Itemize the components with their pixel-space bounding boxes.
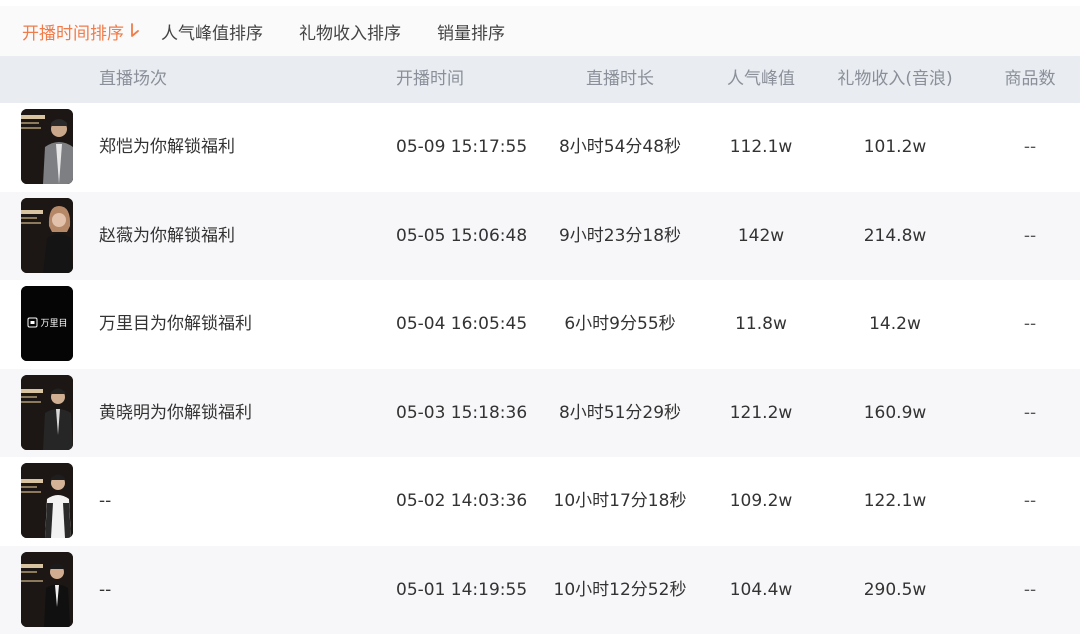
goods-count: -- <box>1023 225 1037 246</box>
peak-viewers: 121.2w <box>729 402 793 423</box>
gift-income: 14.2w <box>869 314 921 334</box>
column-header-peak: 人气峰值 <box>727 69 795 89</box>
peak-viewers: 142w <box>737 225 785 246</box>
table-row[interactable]: 黄晓明为你解锁福利 05-03 15:18:36 8小时51分29秒 121.2… <box>0 368 1080 457</box>
column-header-start-time: 开播时间 <box>396 69 464 89</box>
session-name[interactable]: 赵薇为你解锁福利 <box>99 192 235 280</box>
table-row[interactable]: -- 05-01 14:19:55 10小时12分52秒 104.4w 290.… <box>0 545 1080 634</box>
gift-income: 101.2w <box>863 137 927 157</box>
host-portrait-icon <box>21 197 73 273</box>
session-name[interactable]: -- <box>99 457 111 545</box>
gift-income: 214.8w <box>863 225 927 246</box>
column-header-gift-income: 礼物收入(音浪) <box>837 69 953 89</box>
duration: 10小时17分18秒 <box>553 491 687 511</box>
sort-descending-icon <box>131 23 139 37</box>
column-header-session: 直播场次 <box>99 69 167 89</box>
goods-count: -- <box>1023 491 1037 511</box>
duration: 9小时23分18秒 <box>558 225 682 246</box>
goods-count: -- <box>1023 579 1037 600</box>
table-row[interactable]: -- 05-02 14:03:36 10小时17分18秒 109.2w 122.… <box>0 457 1080 546</box>
start-time: 05-04 16:05:45 <box>396 314 528 334</box>
session-name[interactable]: -- <box>99 546 111 634</box>
sort-tab-peak[interactable]: 人气峰值排序 <box>161 19 263 44</box>
table-body: 郑恺为你解锁福利 05-09 15:17:55 8小时54分48秒 112.1w… <box>0 103 1080 634</box>
session-name[interactable]: 万里目为你解锁福利 <box>99 280 252 368</box>
gift-income: 122.1w <box>863 491 927 511</box>
goods-count: -- <box>1023 314 1037 334</box>
host-portrait-icon <box>21 551 73 627</box>
live-cover-thumbnail[interactable] <box>21 463 73 538</box>
sort-tab-start-time[interactable]: 开播时间排序 <box>22 19 141 44</box>
table-row[interactable]: 万里目 万里目为你解锁福利 05-04 16:05:45 6小时9分55秒 11… <box>0 280 1080 369</box>
gift-income: 160.9w <box>863 402 927 423</box>
sort-tab-gift[interactable]: 礼物收入排序 <box>299 19 401 44</box>
session-name[interactable]: 黄晓明为你解锁福利 <box>99 369 252 457</box>
start-time: 05-03 15:18:36 <box>396 402 528 423</box>
live-cover-thumbnail[interactable]: 万里目 <box>21 286 73 361</box>
goods-count: -- <box>1023 137 1037 157</box>
peak-viewers: 11.8w <box>735 314 787 334</box>
goods-count: -- <box>1023 402 1037 423</box>
sort-tab-label: 销量排序 <box>437 23 505 44</box>
peak-viewers: 112.1w <box>729 137 793 157</box>
start-time: 05-05 15:06:48 <box>396 225 528 246</box>
live-cover-thumbnail[interactable] <box>21 197 73 273</box>
start-time: 05-09 15:17:55 <box>396 137 528 157</box>
host-portrait-icon <box>21 374 73 450</box>
brand-logo-icon: 万里目 <box>21 286 73 361</box>
table-header: 直播场次 开播时间 直播时长 人气峰值 礼物收入(音浪) 商品数 <box>0 56 1080 103</box>
live-cover-thumbnail[interactable] <box>21 109 73 184</box>
sort-tab-label: 人气峰值排序 <box>161 23 263 44</box>
gift-income: 290.5w <box>863 579 927 600</box>
column-header-goods-count: 商品数 <box>1004 69 1056 89</box>
host-portrait-icon <box>21 109 73 184</box>
sort-tab-label: 礼物收入排序 <box>299 23 401 44</box>
column-header-duration: 直播时长 <box>586 69 654 89</box>
peak-viewers: 109.2w <box>729 491 793 511</box>
duration: 8小时54分48秒 <box>558 137 682 157</box>
host-portrait-icon <box>21 463 73 538</box>
sort-tab-sales[interactable]: 销量排序 <box>437 19 505 44</box>
table-row[interactable]: 郑恺为你解锁福利 05-09 15:17:55 8小时54分48秒 112.1w… <box>0 103 1080 192</box>
start-time: 05-01 14:19:55 <box>396 579 528 600</box>
session-name[interactable]: 郑恺为你解锁福利 <box>99 103 235 191</box>
live-cover-thumbnail[interactable] <box>21 551 73 627</box>
sort-bar: 开播时间排序 人气峰值排序 礼物收入排序 销量排序 <box>0 6 1080 56</box>
brand-logo-text: 万里目 <box>40 318 67 329</box>
start-time: 05-02 14:03:36 <box>396 491 528 511</box>
live-cover-thumbnail[interactable] <box>21 374 73 450</box>
sort-tab-label: 开播时间排序 <box>22 23 124 44</box>
duration: 10小时12分52秒 <box>553 579 687 600</box>
table-row[interactable]: 赵薇为你解锁福利 05-05 15:06:48 9小时23分18秒 142w 2… <box>0 191 1080 280</box>
peak-viewers: 104.4w <box>729 579 793 600</box>
duration: 8小时51分29秒 <box>558 402 682 423</box>
duration: 6小时9分55秒 <box>564 314 676 334</box>
